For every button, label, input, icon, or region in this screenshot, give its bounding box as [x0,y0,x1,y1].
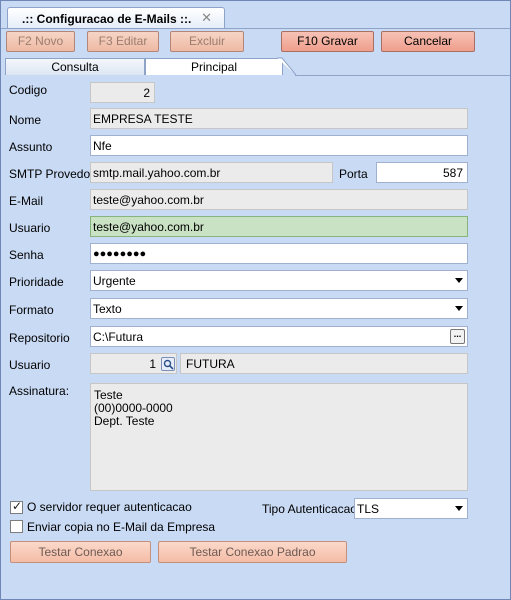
assunto-label: Assunto [9,140,53,154]
check-icon: ✓ [12,499,23,513]
senha-label: Senha [9,248,44,262]
autenticacao-label: O servidor requer autenticacao [27,500,192,514]
testar-conexao-button[interactable]: Testar Conexao [10,541,151,563]
browse-button[interactable]: ... [450,329,465,344]
repositorio-field[interactable]: C:\Futura ... [90,326,468,347]
chevron-down-icon [455,306,463,311]
assinatura-textarea[interactable]: Teste (00)0000-0000 Dept. Teste [90,383,468,491]
prioridade-select[interactable]: Urgente [90,270,468,291]
copia-checkbox[interactable] [10,520,23,533]
divider [295,75,510,76]
tab-slant-decoration [277,57,297,76]
window-title: .:: Configuracao de E-Mails ::. [22,12,192,26]
divider [1,28,510,29]
editar-button[interactable]: F3 Editar [87,31,159,52]
nome-field[interactable]: EMPRESA TESTE [90,108,468,129]
email-field[interactable]: teste@yahoo.com.br [90,189,468,210]
formato-select[interactable]: Texto [90,298,468,319]
porta-label: Porta [339,167,368,181]
tipo-autenticacao-label: Tipo Autenticacao [262,502,357,516]
search-icon[interactable] [161,357,175,371]
formato-value: Texto [93,302,122,316]
senha-field[interactable]: ●●●●●●●● [90,243,468,264]
autenticacao-checkbox[interactable]: ✓ [10,499,23,514]
codigo-field: 2 [90,82,155,103]
cancelar-button[interactable]: Cancelar [381,31,475,52]
novo-button[interactable]: F2 Novo [6,31,75,52]
prioridade-label: Prioridade [9,275,64,289]
document-tab[interactable]: .:: Configuracao de E-Mails ::. ✕ [7,7,225,29]
usuario-code-value: 1 [149,357,156,371]
tipo-autenticacao-value: TLS [357,502,380,516]
usuario-sistema-label: Usuario [9,358,51,372]
tab-principal[interactable]: Principal [145,58,283,75]
email-label: E-Mail [9,194,44,208]
formato-label: Formato [9,303,54,317]
excluir-button[interactable]: Excluir [170,31,244,52]
tab-consulta[interactable]: Consulta [5,58,145,75]
chevron-down-icon [455,506,463,511]
repositorio-label: Repositorio [9,331,70,345]
copia-label: Enviar copia no E-Mail da Empresa [27,520,216,534]
porta-field[interactable]: 587 [376,162,468,183]
gravar-button[interactable]: F10 Gravar [281,31,374,52]
usuario-field[interactable]: teste@yahoo.com.br [90,216,468,237]
assinatura-label: Assinatura: [9,384,70,398]
assinatura-line: Dept. Teste [94,414,155,428]
codigo-label: Codigo [9,83,48,97]
chevron-down-icon [455,278,463,283]
smtp-label: SMTP Provedor [9,167,95,181]
usuario-sistema-code[interactable]: 1 [90,353,177,374]
close-icon[interactable]: ✕ [201,10,212,26]
smtp-field[interactable]: smtp.mail.yahoo.com.br [90,162,333,183]
assunto-field[interactable]: Nfe [90,135,468,156]
repositorio-value: C:\Futura [93,330,144,344]
prioridade-value: Urgente [93,274,136,288]
testar-conexao-padrao-button[interactable]: Testar Conexao Padrao [158,541,347,563]
tipo-autenticacao-select[interactable]: TLS [354,498,468,519]
nome-label: Nome [9,113,42,127]
usuario-sistema-name: FUTURA [180,353,468,374]
email-config-window: .:: Configuracao de E-Mails ::. ✕ F2 Nov… [0,0,511,600]
usuario-label: Usuario [9,221,51,235]
